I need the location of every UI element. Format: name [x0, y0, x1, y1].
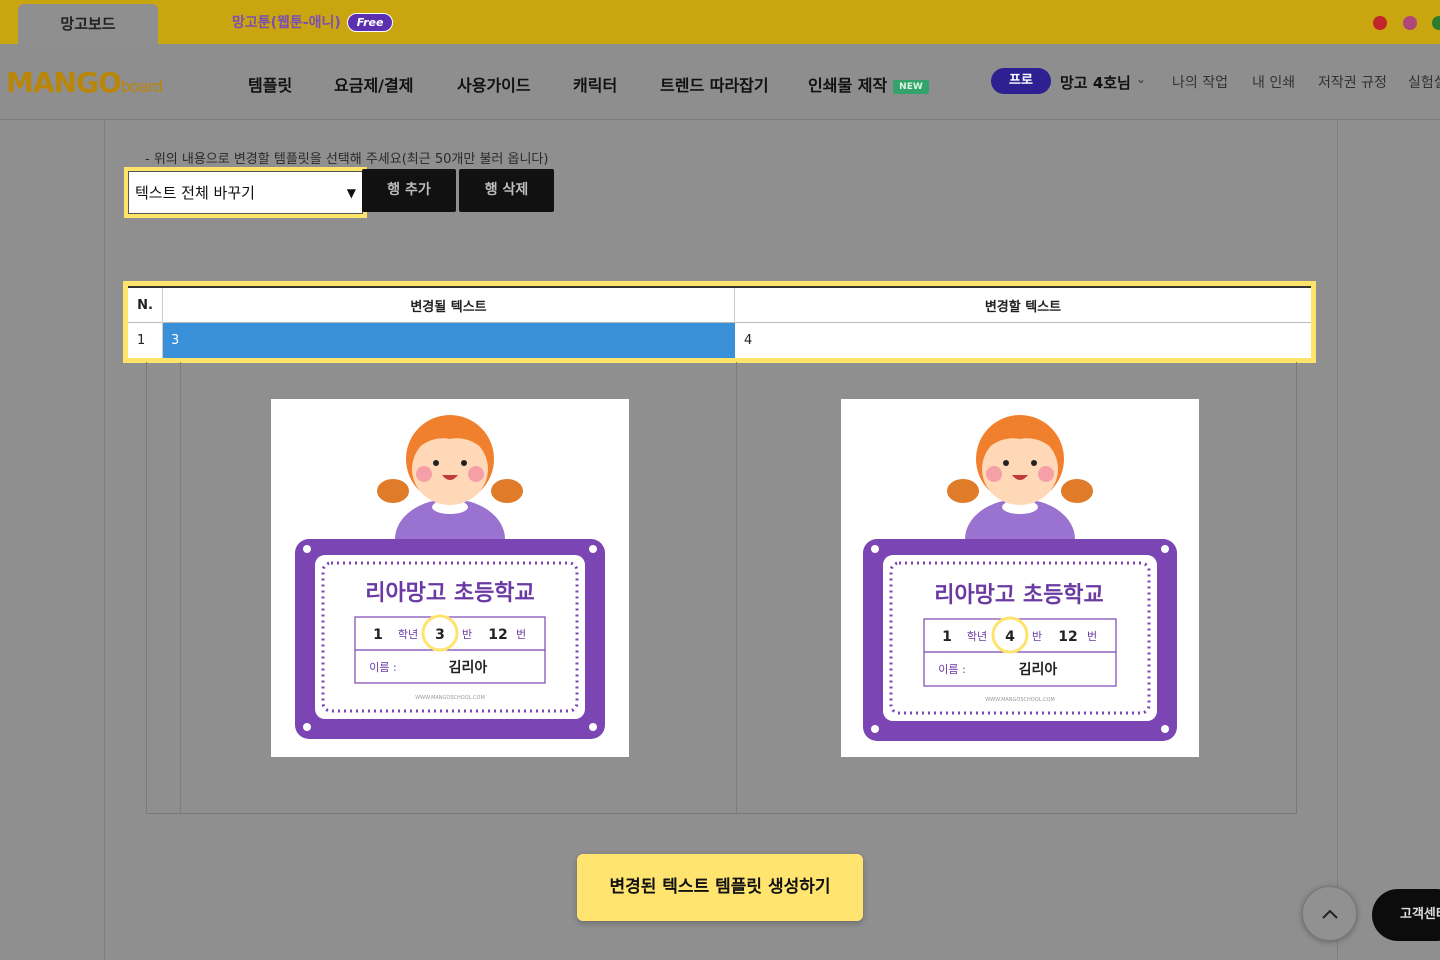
card-name-label: 이름 :: [369, 661, 396, 674]
card-number: 12: [1058, 629, 1077, 645]
nameplate-illustration: 리아망고 초등학교 1 학년 3 반 12 번 이름 : 김리아 WWW.MAN…: [295, 415, 605, 739]
tab-mangoboard[interactable]: 망고보드: [18, 4, 158, 44]
card-grade: 1: [942, 629, 952, 645]
card-website: WWW.MANGOSCHOOL.COM: [415, 695, 485, 701]
chevron-down-icon[interactable]: ⌄: [1136, 72, 1146, 86]
user-name[interactable]: 망고 4호님: [1060, 72, 1131, 93]
tab-mangotoon[interactable]: 망고툰(웹툰-애니) Free: [232, 12, 394, 32]
card-class-label: 반: [462, 628, 472, 641]
card-class-label: 반: [1032, 630, 1042, 643]
mode-select[interactable]: 텍스트 전체 바꾸기 ▼: [128, 171, 363, 214]
new-badge: NEW: [893, 79, 929, 94]
main-header: MANGOboard 템플릿 요금제/결제 사용가이드 캐릭터 트렌드 따라잡기…: [0, 44, 1440, 120]
chevron-up-icon: [1321, 909, 1338, 919]
nav-pricing[interactable]: 요금제/결제: [334, 72, 413, 96]
customer-center-label: 고객센터: [1400, 907, 1440, 922]
to-text-cell[interactable]: 4: [735, 323, 1311, 358]
delete-row-button[interactable]: 행 삭제: [459, 169, 554, 212]
pro-badge: 프로: [991, 68, 1051, 94]
grid-divider: [736, 362, 737, 813]
generate-template-button[interactable]: 변경된 텍스트 템플릿 생성하기: [577, 854, 863, 921]
youtube-icon[interactable]: [1373, 16, 1387, 30]
nav-print-label: 인쇄물 제작: [808, 76, 888, 95]
grid-divider: [180, 362, 181, 813]
card-class: 4: [1005, 629, 1015, 645]
lab-link[interactable]: 실험실: [1408, 72, 1440, 92]
card-number-label: 번: [1087, 630, 1097, 643]
template-hint: - 위의 내용으로 변경할 템플릿을 선택해 주세요(최근 50개만 불러 옵니…: [145, 152, 549, 167]
mode-select-value: 텍스트 전체 바꾸기: [135, 184, 255, 202]
add-row-button[interactable]: 행 추가: [362, 169, 456, 212]
card-name: 김리아: [449, 659, 488, 676]
header-number: N.: [128, 288, 163, 323]
card-class: 3: [435, 627, 445, 643]
top-tab-bar: 망고보드 망고툰(웹툰-애니) Free: [0, 0, 1440, 44]
tab-mangotoon-label: 망고툰(웹툰-애니): [232, 15, 341, 31]
preview-before[interactable]: 리아망고 초등학교 1 학년 3 반 12 번 이름 : 김리아 WWW.MAN…: [271, 399, 629, 757]
replace-table: N. 변경될 텍스트 변경할 텍스트 1 3 4: [128, 286, 1311, 358]
logo-sub: board: [120, 77, 163, 96]
customer-center-button[interactable]: 고객센터: [1372, 889, 1440, 941]
header-to-text: 변경할 텍스트: [984, 300, 1062, 315]
card-name: 김리아: [1019, 661, 1058, 678]
chevron-down-icon: ▼: [346, 185, 356, 200]
card-number: 12: [488, 627, 507, 643]
card-name-label: 이름 :: [938, 663, 965, 676]
mangoboard-logo[interactable]: MANGOboard: [6, 66, 163, 99]
mode-select-highlight: 텍스트 전체 바꾸기 ▼: [124, 167, 367, 218]
blog-icon[interactable]: [1432, 16, 1440, 30]
nav-trends[interactable]: 트렌드 따라잡기: [660, 72, 769, 96]
nameplate-illustration: 리아망고 초등학교 1 학년 4 반 12 번 이름 : 김리아 WWW.MAN…: [863, 415, 1177, 741]
card-school: 리아망고 초등학교: [365, 581, 535, 606]
scroll-to-top-button[interactable]: [1302, 886, 1357, 941]
card-grade: 1: [373, 627, 383, 643]
nav-print[interactable]: 인쇄물 제작 NEW: [808, 72, 929, 96]
header-from-text: 변경될 텍스트: [163, 288, 735, 323]
instagram-icon[interactable]: [1403, 16, 1417, 30]
my-work-link[interactable]: 나의 작업: [1172, 72, 1228, 92]
card-grade-label: 학년: [398, 628, 418, 641]
card-number-label: 번: [516, 628, 526, 641]
replace-table-highlight: N. 변경될 텍스트 변경할 텍스트 1 3 4: [123, 281, 1316, 363]
nav-characters[interactable]: 캐릭터: [573, 72, 617, 96]
my-print-link[interactable]: 내 인쇄: [1252, 72, 1295, 92]
nav-templates[interactable]: 템플릿: [248, 72, 292, 96]
from-text-cell[interactable]: 3: [163, 323, 735, 358]
row-number: 1: [128, 323, 163, 358]
nav-guide[interactable]: 사용가이드: [457, 72, 531, 96]
free-badge: Free: [346, 12, 394, 32]
card-website: WWW.MANGOSCHOOL.COM: [985, 697, 1055, 703]
logo-main: MANGO: [6, 66, 122, 99]
copyright-link[interactable]: 저작권 규정: [1318, 72, 1387, 92]
card-grade-label: 학년: [967, 630, 987, 643]
card-school: 리아망고 초등학교: [934, 583, 1104, 608]
preview-after[interactable]: 리아망고 초등학교 1 학년 4 반 12 번 이름 : 김리아 WWW.MAN…: [841, 399, 1199, 757]
